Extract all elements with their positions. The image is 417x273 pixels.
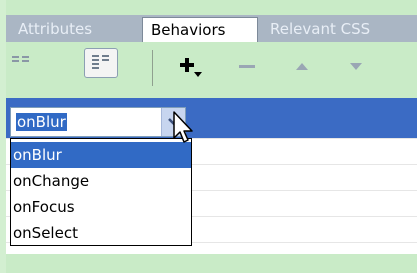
show-all-events-button[interactable] — [84, 48, 118, 78]
tab-behaviors-label: Behaviors — [151, 21, 226, 39]
event-option-onblur[interactable]: onBlur — [11, 142, 191, 168]
remove-behavior-button[interactable] — [236, 54, 260, 78]
tab-attributes-label: Attributes — [18, 20, 93, 38]
behaviors-toolbar — [6, 42, 417, 92]
mouse-pointer-icon — [173, 111, 193, 143]
event-option-onselect[interactable]: onSelect — [11, 220, 191, 246]
add-behavior-button[interactable] — [176, 52, 206, 82]
plus-dropdown-icon — [180, 58, 202, 77]
event-option-label: onFocus — [13, 198, 75, 216]
event-dropdown-list: onBlur onChange onFocus onSelect — [10, 138, 192, 246]
event-select-value: onBlur — [16, 113, 67, 131]
event-option-onfocus[interactable]: onFocus — [11, 194, 191, 220]
move-down-button[interactable] — [344, 54, 368, 78]
toolbar-separator — [152, 50, 153, 86]
tab-relevant-css[interactable]: Relevant CSS — [262, 17, 412, 42]
event-option-onchange[interactable]: onChange — [11, 168, 191, 194]
show-set-events-icon — [12, 56, 29, 62]
event-select[interactable]: onBlur — [10, 107, 186, 137]
move-up-button[interactable] — [290, 54, 314, 78]
tab-relevant-css-label: Relevant CSS — [270, 20, 371, 38]
triangle-down-icon — [350, 63, 362, 70]
minus-icon — [239, 65, 255, 68]
tab-behaviors[interactable]: Behaviors — [142, 17, 258, 42]
event-option-label: onBlur — [13, 146, 62, 164]
show-set-events-button[interactable] — [10, 50, 40, 70]
triangle-up-icon — [296, 63, 308, 70]
event-option-label: onChange — [13, 172, 90, 190]
event-option-label: onSelect — [13, 224, 78, 242]
panel-tab-bar: Attributes Behaviors Relevant CSS — [6, 15, 417, 42]
show-all-events-icon — [92, 55, 109, 69]
tab-attributes[interactable]: Attributes — [10, 17, 140, 42]
